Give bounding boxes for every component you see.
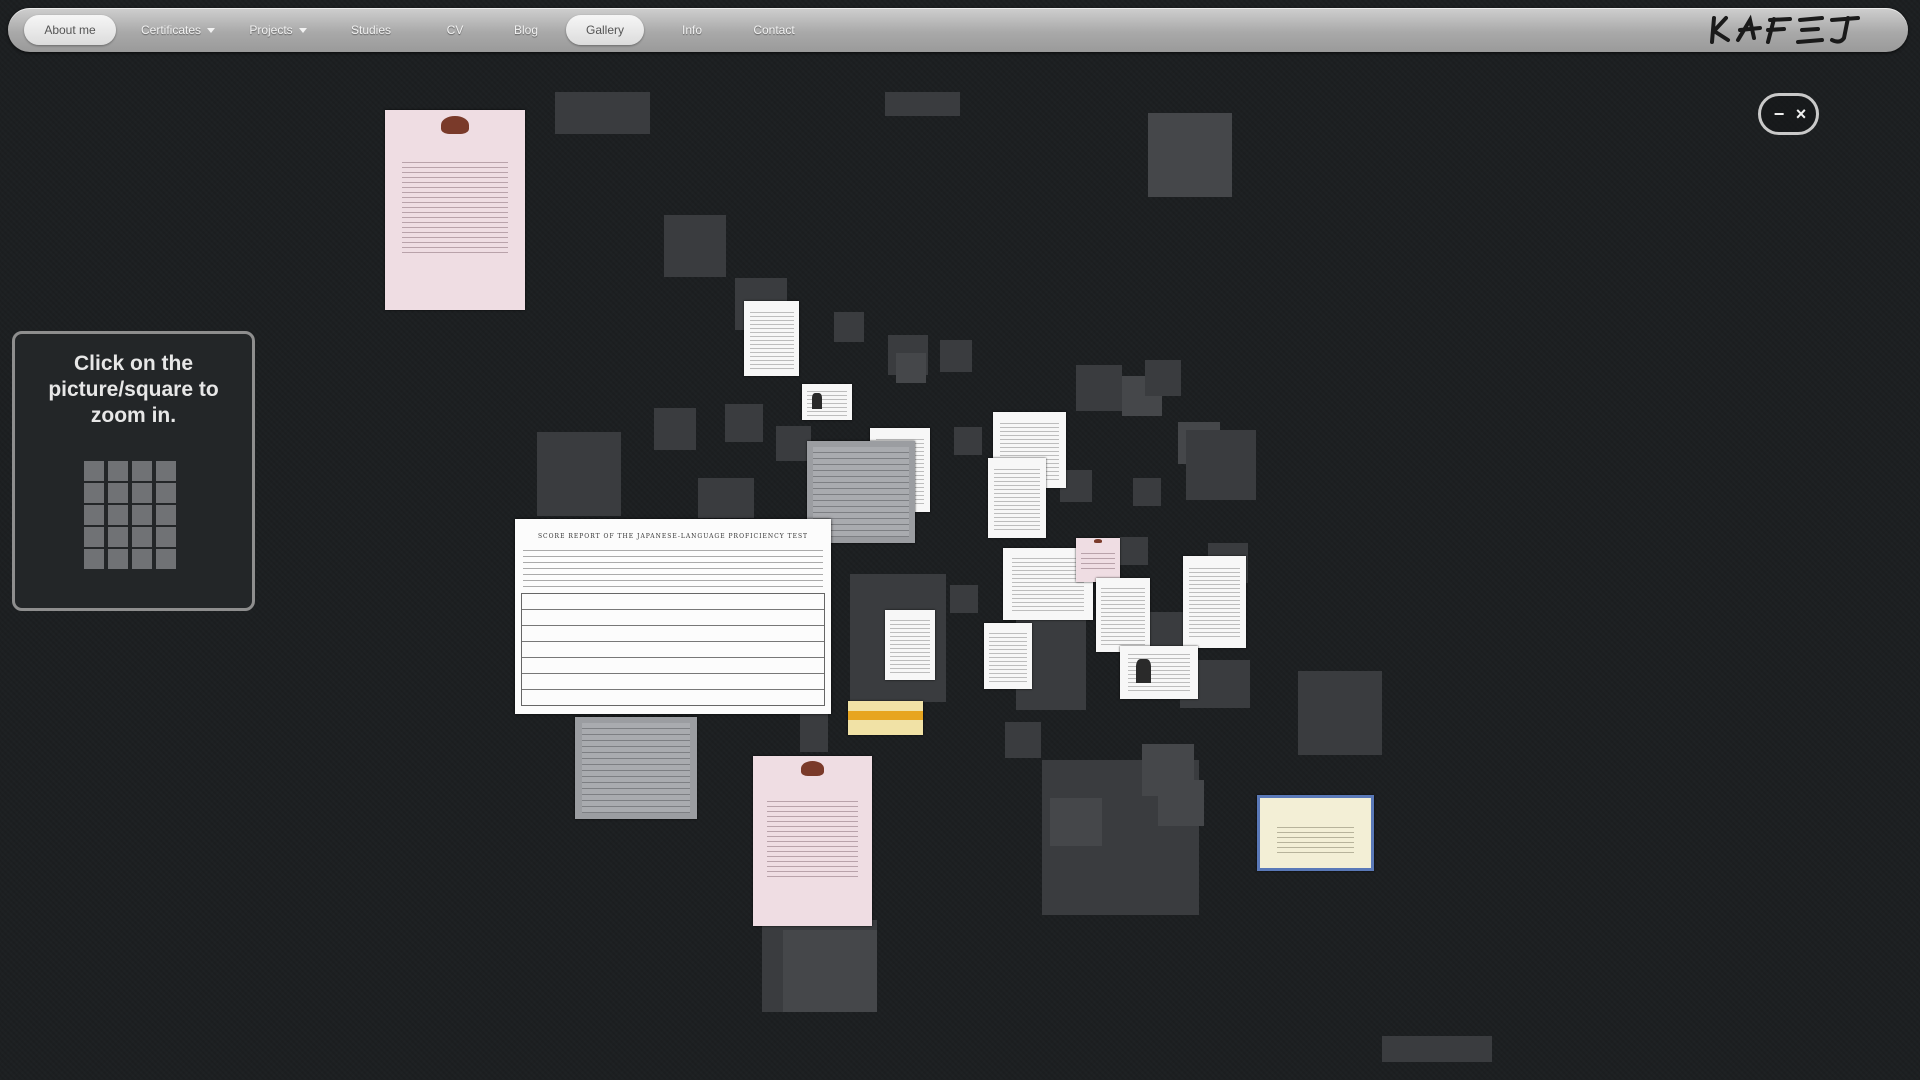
gallery-square[interactable] bbox=[1005, 722, 1041, 758]
certificate-thumbnail[interactable] bbox=[1076, 538, 1120, 582]
gallery-square[interactable] bbox=[1298, 671, 1382, 755]
document-thumbnail[interactable] bbox=[744, 301, 799, 376]
ticket-thumbnail[interactable] bbox=[848, 701, 923, 735]
gallery-square[interactable] bbox=[664, 215, 726, 277]
gallery-square[interactable] bbox=[834, 312, 864, 342]
gallery-square[interactable] bbox=[885, 92, 960, 116]
id-photo-thumbnail[interactable] bbox=[802, 384, 852, 420]
gallery-square[interactable] bbox=[940, 340, 972, 372]
gallery-square[interactable] bbox=[1382, 1036, 1492, 1062]
gallery-square[interactable] bbox=[725, 404, 763, 442]
jlpt-n4-certificate-thumbnail[interactable] bbox=[385, 110, 525, 310]
score-report-table bbox=[521, 593, 825, 706]
gallery-square[interactable] bbox=[1148, 113, 1232, 197]
document-thumbnail[interactable] bbox=[885, 610, 935, 680]
gallery-square[interactable] bbox=[783, 930, 877, 1012]
gallery-square[interactable] bbox=[1158, 780, 1204, 826]
gallery-canvas: SCORE REPORT OF THE JAPANESE-LANGUAGE PR… bbox=[0, 0, 1920, 1080]
gallery-square[interactable] bbox=[1145, 360, 1181, 396]
gallery-square[interactable] bbox=[896, 353, 926, 383]
gallery-square[interactable] bbox=[776, 426, 811, 461]
toeic-certificate-thumbnail[interactable] bbox=[1257, 795, 1374, 871]
document-thumbnail[interactable] bbox=[1096, 578, 1150, 652]
gallery-square[interactable] bbox=[537, 432, 621, 516]
document-thumbnail[interactable] bbox=[988, 458, 1046, 538]
gallery-square[interactable] bbox=[698, 478, 754, 518]
jlpt-certificate-thumbnail[interactable] bbox=[753, 756, 872, 926]
gallery-square[interactable] bbox=[954, 427, 982, 455]
gallery-square[interactable] bbox=[1076, 365, 1122, 411]
document-thumbnail[interactable] bbox=[1183, 556, 1246, 648]
gallery-square[interactable] bbox=[1133, 478, 1161, 506]
gallery-square[interactable] bbox=[654, 408, 696, 450]
score-report-title: SCORE REPORT OF THE JAPANESE-LANGUAGE PR… bbox=[537, 533, 809, 540]
gallery-square[interactable] bbox=[1050, 798, 1102, 846]
gallery-square[interactable] bbox=[1120, 537, 1148, 565]
jlpt-score-report-thumbnail[interactable]: SCORE REPORT OF THE JAPANESE-LANGUAGE PR… bbox=[515, 519, 831, 714]
scanned-document-thumbnail[interactable] bbox=[575, 717, 697, 819]
gallery-square[interactable] bbox=[555, 92, 650, 134]
document-thumbnail[interactable] bbox=[984, 623, 1032, 689]
gallery-square[interactable] bbox=[950, 585, 978, 613]
gallery-square[interactable] bbox=[1186, 430, 1256, 500]
id-card-thumbnail[interactable] bbox=[1120, 646, 1198, 699]
score-report-details bbox=[523, 545, 823, 587]
